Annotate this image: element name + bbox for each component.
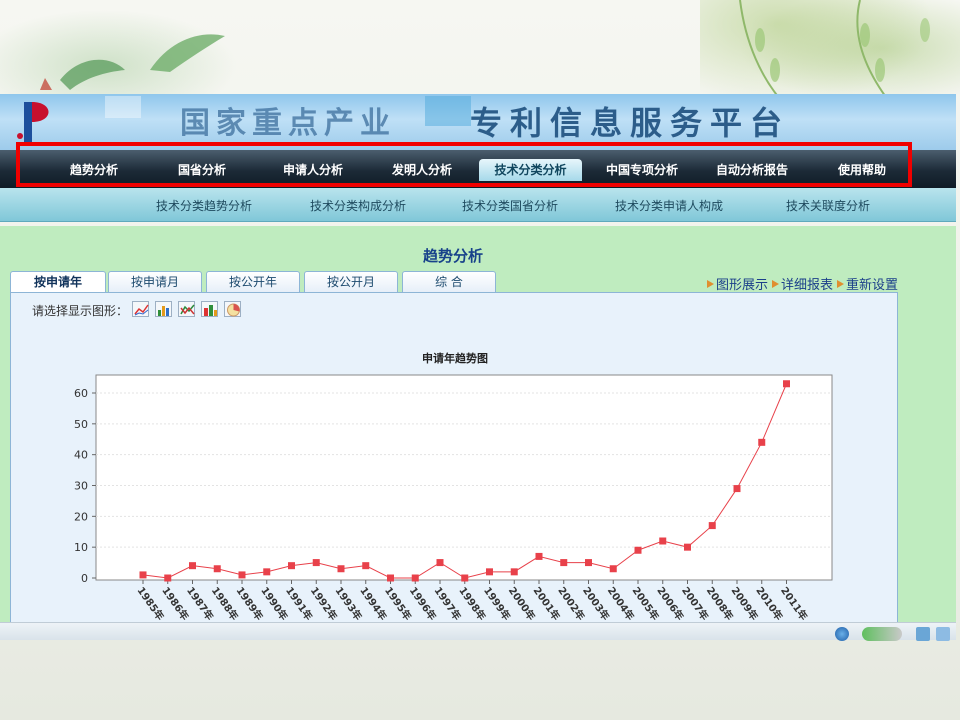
download-icon[interactable] xyxy=(936,627,950,641)
window-icon[interactable] xyxy=(916,627,930,641)
data-point xyxy=(535,552,543,560)
data-point xyxy=(684,543,691,551)
y-tick-label: 30 xyxy=(74,480,88,493)
y-tick-label: 40 xyxy=(74,449,88,462)
data-point xyxy=(263,568,271,576)
globe-icon xyxy=(835,627,849,641)
y-axis: 0 10 20 30 40 50 60 xyxy=(74,387,96,585)
trend-line-chart: 申请年趋势图 0 10 20 30 40 50 60 1985年1986年1987年1988… xyxy=(74,351,833,623)
data-point xyxy=(634,546,642,554)
chart-title: 申请年趋势图 xyxy=(422,351,488,365)
data-point xyxy=(659,537,667,545)
data-point xyxy=(164,574,172,582)
x-axis: 1985年1986年1987年1988年1989年1990年1991年1992年… xyxy=(135,580,810,623)
data-point xyxy=(288,562,295,570)
browser-status-bar xyxy=(0,622,956,640)
y-tick-label: 60 xyxy=(74,387,88,400)
data-point xyxy=(362,562,370,570)
data-point xyxy=(411,574,419,582)
data-point xyxy=(461,574,469,582)
data-point xyxy=(708,522,716,530)
data-point xyxy=(213,565,221,573)
y-tick-label: 20 xyxy=(74,510,88,523)
data-point xyxy=(337,565,345,573)
data-point xyxy=(238,571,246,579)
data-point xyxy=(783,380,790,388)
data-point xyxy=(609,565,617,573)
toggle-icon[interactable] xyxy=(862,627,902,641)
data-point xyxy=(733,485,741,493)
data-point xyxy=(139,571,147,579)
plot-area xyxy=(95,374,833,581)
data-point xyxy=(189,562,196,570)
data-point xyxy=(560,559,568,567)
data-point xyxy=(486,568,493,576)
data-point xyxy=(585,559,592,567)
y-tick-label: 50 xyxy=(74,418,88,431)
data-point xyxy=(758,438,766,446)
data-point xyxy=(510,568,518,576)
data-point xyxy=(312,559,320,567)
y-tick-label: 10 xyxy=(74,541,88,554)
data-point xyxy=(436,559,444,567)
data-point xyxy=(387,574,394,582)
y-tick-label: 0 xyxy=(81,572,88,585)
